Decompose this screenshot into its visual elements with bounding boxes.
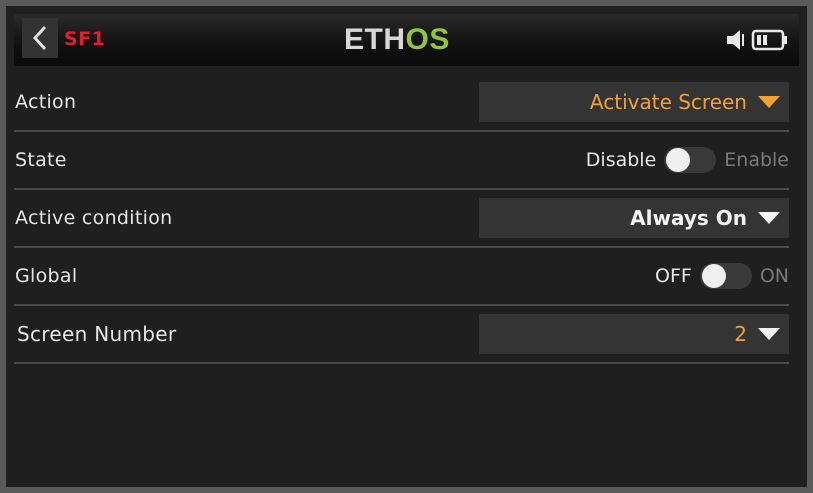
action-value: Activate Screen [589,90,747,114]
screen-number-label: Screen Number [17,322,177,346]
ethos-logo: ETHOS [344,23,450,56]
global-toggle-group: OFF ON [655,248,789,304]
row-active-condition: Active condition Always On [14,190,789,248]
screen-number-value: 2 [734,322,747,346]
state-toggle-group: Disable Enable [586,132,789,188]
status-icons [725,28,789,52]
action-dropdown[interactable]: Activate Screen [479,82,789,122]
function-label: SF1 [64,28,106,50]
global-on-label: ON [759,265,789,287]
action-label: Action [15,91,77,113]
global-toggle[interactable] [699,263,752,289]
state-disable-label: Disable [585,149,657,171]
toggle-knob [701,264,726,288]
screen-number-dropdown[interactable]: 2 [479,314,789,354]
global-label: Global [15,265,78,287]
chevron-down-icon [758,328,780,340]
chevron-down-icon [758,212,780,224]
state-toggle[interactable] [664,147,717,173]
active-condition-label: Active condition [15,207,173,229]
row-screen-number: Screen Number 2 [14,306,789,364]
toggle-knob [666,148,691,172]
row-action: Action Activate Screen [14,74,789,132]
header-bar: SF1 ETHOS [14,14,799,66]
row-global: Global OFF ON [14,248,789,306]
active-condition-value: Always On [630,206,747,230]
state-enable-label: Enable [724,149,789,171]
chevron-left-icon [32,25,47,51]
battery-icon [751,29,787,51]
row-state: State Disable Enable [14,132,789,190]
active-condition-dropdown[interactable]: Always On [479,198,789,238]
global-off-label: OFF [655,265,692,287]
chevron-down-icon [758,96,780,108]
speaker-icon [727,30,744,50]
state-label: State [15,149,67,171]
back-button[interactable] [22,18,58,58]
screen-frame: SF1 ETHOS Action Activate Screen State D… [6,6,807,487]
